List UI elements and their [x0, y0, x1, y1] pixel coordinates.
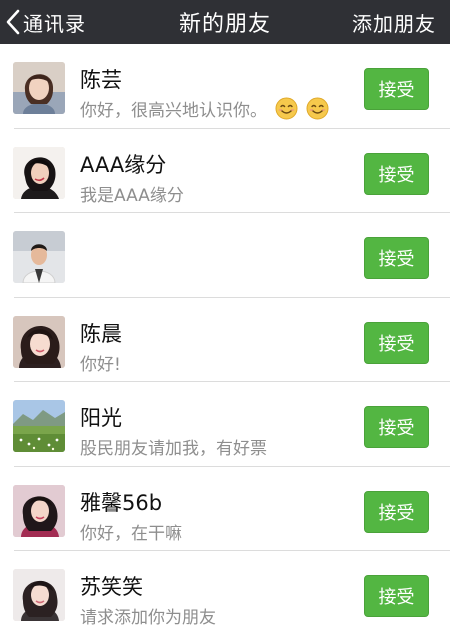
avatar [13, 569, 65, 621]
request-message-text: 我是AAA缘分 [80, 185, 184, 206]
accept-button[interactable]: 接受 [364, 490, 429, 533]
requester-name: 陈芸 [80, 68, 122, 92]
accept-button[interactable]: 接受 [364, 575, 429, 617]
navigation-bar: 通讯录 新的朋友 添加朋友 [0, 0, 450, 44]
friend-request-row[interactable]: 阳光 股民朋友请加我，有好票 接受 [0, 382, 450, 467]
request-message: 股民朋友请加我，有好票 [80, 434, 267, 459]
friend-request-row[interactable]: 陈晨 你好! 接受 [0, 298, 450, 383]
accept-button[interactable]: 接受 [364, 406, 429, 448]
friend-request-row[interactable]: 陈芸 你好，很高兴地认识你。 接受 [0, 44, 450, 129]
friend-request-row[interactable]: AAA缘分 我是AAA缘分 接受 [0, 129, 450, 214]
request-message-text: 股民朋友请加我，有好票 [80, 439, 267, 459]
avatar [13, 62, 65, 114]
accept-button[interactable]: 接受 [364, 237, 429, 279]
request-message: 我是AAA缘分 [80, 181, 184, 206]
chevron-left-icon [6, 9, 20, 35]
avatar [13, 315, 65, 368]
friend-request-row[interactable]: 苏笑笑 请求添加你为朋友 接受 [0, 551, 450, 636]
request-message: 你好，很高兴地认识你。 [80, 96, 329, 121]
back-label: 通讯录 [23, 11, 86, 36]
request-message-text: 你好，在干嘛 [80, 523, 182, 544]
request-message-text: 你好! [80, 354, 121, 375]
avatar [13, 231, 65, 283]
accept-button[interactable]: 接受 [364, 321, 429, 364]
requester-name: 苏笑笑 [80, 575, 143, 599]
accept-button[interactable]: 接受 [364, 68, 429, 110]
friend-request-list: 陈芸 你好，很高兴地认识你。 接受 AAA缘分 我是AAA缘分 接受 接受 陈晨… [0, 44, 450, 636]
smiley-emoji-icon [275, 97, 298, 120]
requester-name: 雅馨56b [80, 490, 163, 515]
requester-name: 阳光 [80, 406, 122, 430]
request-message: 你好，在干嘛 [80, 519, 182, 544]
friend-request-row[interactable]: 雅馨56b 你好，在干嘛 接受 [0, 467, 450, 552]
smiley-emoji-icon [306, 97, 329, 120]
request-message-text: 你好，很高兴地认识你。 [80, 101, 267, 121]
back-button[interactable]: 通讯录 [6, 0, 86, 44]
requester-name: 陈晨 [80, 321, 122, 346]
avatar [13, 484, 65, 537]
request-message: 请求添加你为朋友 [80, 603, 216, 628]
friend-request-row[interactable]: 接受 [0, 213, 450, 298]
request-message: 你好! [80, 350, 121, 375]
request-message-text: 请求添加你为朋友 [80, 608, 216, 628]
requester-name: AAA缘分 [80, 152, 167, 177]
accept-button[interactable]: 接受 [364, 152, 429, 195]
avatar [13, 146, 65, 199]
add-friend-button[interactable]: 添加朋友 [352, 0, 436, 44]
avatar [13, 400, 65, 452]
